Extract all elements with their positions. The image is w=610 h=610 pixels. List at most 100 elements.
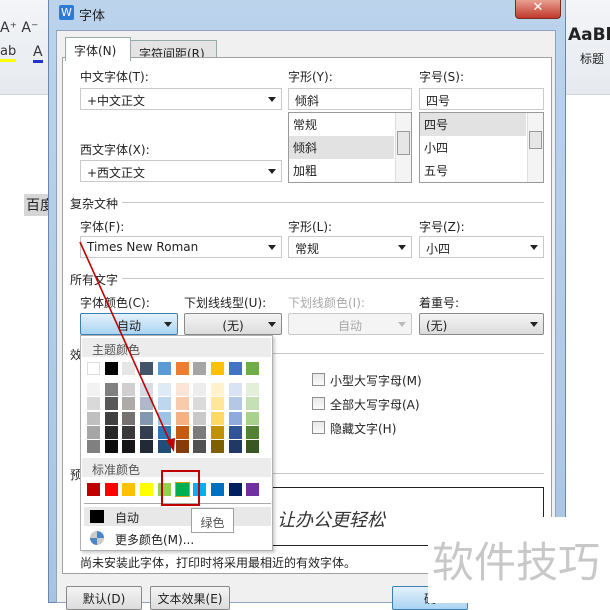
style-list[interactable]: 常规 倾斜 加粗: [288, 112, 412, 183]
size-list[interactable]: 四号 小四 五号: [419, 112, 544, 183]
highlight-box: [161, 470, 200, 506]
tint-color-swatch[interactable]: [157, 411, 171, 425]
list-item-selected[interactable]: 四号: [420, 113, 526, 136]
list-item[interactable]: 常规: [289, 113, 411, 136]
tint-color-swatch[interactable]: [210, 440, 224, 454]
tint-color-swatch[interactable]: [157, 440, 171, 454]
tint-color-swatch[interactable]: [87, 425, 100, 439]
tint-color-swatch[interactable]: [140, 440, 154, 454]
emphasis-dropdown[interactable]: (无): [419, 313, 544, 335]
tint-color-swatch[interactable]: [87, 397, 100, 411]
theme-color-swatch[interactable]: [210, 362, 224, 375]
chinese-font-select[interactable]: +中文正文: [80, 88, 282, 110]
theme-color-swatch[interactable]: [228, 362, 242, 375]
tint-color-swatch[interactable]: [87, 383, 100, 396]
more-colors-option[interactable]: 更多颜色(M)...: [84, 529, 271, 548]
checkbox[interactable]: [312, 397, 325, 410]
tint-color-swatch[interactable]: [157, 397, 171, 411]
tint-color-swatch[interactable]: [193, 440, 207, 454]
tint-color-swatch[interactable]: [122, 440, 136, 454]
tint-color-swatch[interactable]: [193, 383, 207, 396]
tint-color-swatch[interactable]: [228, 440, 242, 454]
tint-color-swatch[interactable]: [104, 397, 118, 411]
tint-color-swatch[interactable]: [87, 440, 100, 454]
tint-color-swatch[interactable]: [210, 425, 224, 439]
tint-color-swatch[interactable]: [210, 411, 224, 425]
standard-color-swatch[interactable]: [87, 483, 100, 496]
tint-color-swatch[interactable]: [104, 425, 118, 439]
tint-color-swatch[interactable]: [246, 397, 260, 411]
theme-color-swatch[interactable]: [87, 362, 100, 375]
complex-font-select[interactable]: Times New Roman: [80, 236, 282, 258]
standard-color-swatch[interactable]: [228, 483, 242, 496]
tint-color-swatch[interactable]: [140, 425, 154, 439]
tint-color-swatch[interactable]: [210, 397, 224, 411]
western-font-select[interactable]: +西文正文: [80, 160, 282, 182]
default-button[interactable]: 默认(D): [66, 586, 142, 610]
tint-color-swatch[interactable]: [157, 383, 171, 396]
tint-color-swatch[interactable]: [228, 425, 242, 439]
tint-color-swatch[interactable]: [157, 425, 171, 439]
underline-color-label: 下划线颜色(I):: [288, 296, 365, 310]
tint-color-swatch[interactable]: [140, 383, 154, 396]
tint-color-swatch[interactable]: [193, 425, 207, 439]
tint-color-swatch[interactable]: [246, 383, 260, 396]
tint-color-swatch[interactable]: [140, 397, 154, 411]
tint-color-swatch[interactable]: [122, 425, 136, 439]
style-sample[interactable]: AaBb: [568, 25, 610, 45]
tint-color-swatch[interactable]: [175, 425, 189, 439]
standard-color-swatch[interactable]: [210, 483, 224, 496]
tint-color-swatch[interactable]: [210, 383, 224, 396]
tint-color-swatch[interactable]: [104, 383, 118, 396]
tint-color-swatch[interactable]: [87, 411, 100, 425]
tint-color-swatch[interactable]: [140, 411, 154, 425]
tint-color-swatch[interactable]: [246, 440, 260, 454]
list-item[interactable]: 加粗: [289, 159, 411, 182]
tint-color-swatch[interactable]: [228, 411, 242, 425]
tint-color-swatch[interactable]: [193, 397, 207, 411]
standard-color-swatch[interactable]: [122, 483, 136, 496]
tint-color-swatch[interactable]: [122, 397, 136, 411]
theme-color-swatch[interactable]: [157, 362, 171, 375]
checkbox[interactable]: [312, 421, 325, 434]
tint-color-swatch[interactable]: [122, 383, 136, 396]
complex-style-select[interactable]: 常规: [288, 236, 412, 258]
underline-type-dropdown[interactable]: (无): [184, 313, 282, 335]
theme-color-swatch[interactable]: [122, 362, 136, 375]
standard-color-swatch[interactable]: [246, 483, 260, 496]
style-input[interactable]: 倾斜: [288, 88, 412, 110]
list-item[interactable]: 五号: [420, 159, 543, 182]
font-color-dropdown[interactable]: 自动: [80, 313, 178, 335]
standard-color-swatch[interactable]: [140, 483, 154, 496]
tint-color-swatch[interactable]: [175, 411, 189, 425]
tint-color-swatch[interactable]: [246, 425, 260, 439]
font-color-popup: 主题颜色 标准颜色 自动 更多颜色(M)...: [80, 335, 273, 551]
checkbox[interactable]: [312, 373, 325, 386]
text-effect-button[interactable]: 文本效果(E): [150, 586, 230, 610]
tint-color-swatch[interactable]: [175, 440, 189, 454]
standard-color-swatch[interactable]: [104, 483, 118, 496]
scrollbar[interactable]: [395, 113, 411, 182]
tint-color-swatch[interactable]: [228, 383, 242, 396]
theme-color-swatch[interactable]: [175, 362, 189, 375]
scrollbar[interactable]: [527, 113, 543, 182]
theme-color-swatch[interactable]: [140, 362, 154, 375]
close-button[interactable]: ✕: [515, 0, 561, 19]
tint-color-swatch[interactable]: [122, 411, 136, 425]
complex-size-select[interactable]: 小四: [419, 236, 544, 258]
tab-font[interactable]: 字体(N): [65, 37, 131, 61]
list-item-selected[interactable]: 倾斜: [289, 136, 394, 159]
list-item[interactable]: 小四: [420, 136, 543, 159]
tint-color-swatch[interactable]: [175, 397, 189, 411]
theme-color-swatch[interactable]: [193, 362, 207, 375]
size-input[interactable]: 四号: [419, 88, 544, 110]
theme-color-swatch[interactable]: [246, 362, 260, 375]
tint-color-swatch[interactable]: [228, 397, 242, 411]
tint-color-swatch[interactable]: [104, 440, 118, 454]
tint-color-swatch[interactable]: [175, 383, 189, 396]
theme-color-swatch[interactable]: [104, 362, 118, 375]
tint-color-swatch[interactable]: [246, 411, 260, 425]
tint-color-swatch[interactable]: [193, 411, 207, 425]
auto-color-option[interactable]: 自动: [84, 507, 271, 526]
tint-color-swatch[interactable]: [104, 411, 118, 425]
